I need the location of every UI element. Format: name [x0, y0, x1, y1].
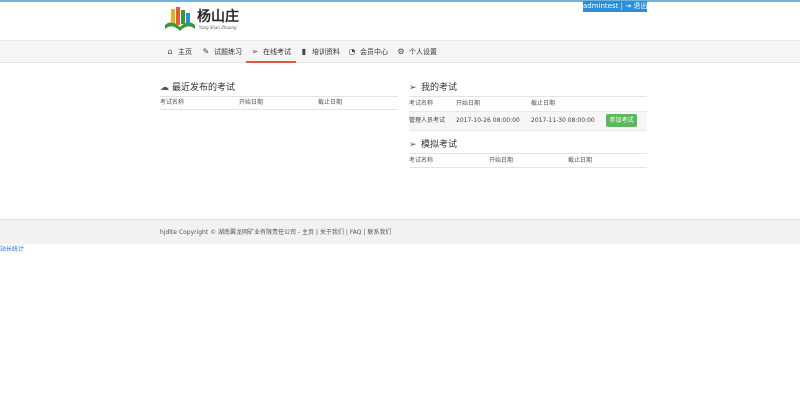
book-icon: ▮: [301, 47, 307, 56]
edit-icon: ✎: [202, 47, 210, 56]
logo-subtitle: Yang Shan Zhuang: [199, 25, 237, 30]
footer-link-contact[interactable]: 联系我们: [367, 229, 391, 236]
nav-item-training[interactable]: ▮ 培训资料: [300, 41, 340, 63]
recent-col-name: 考试名称: [160, 99, 185, 106]
join-exam-button[interactable]: 参加考试: [606, 114, 637, 127]
nav-item-label: 会员中心: [360, 48, 388, 56]
footer-copyright: hjdlte Copyright © 湖南翼龙网矿业有限责任公司 -: [160, 229, 301, 236]
site-logo[interactable]: 杨山庄 Yang Shan Zhuang: [163, 5, 239, 34]
page-footer: hjdlte Copyright © 湖南翼龙网矿业有限责任公司 - 主页 | …: [0, 219, 800, 244]
user-bar: admintest | ⇥ 退出: [583, 1, 647, 12]
nav-item-label: 个人设置: [409, 48, 437, 56]
my-exam-start: 2017-10-26 08:00:00: [456, 117, 520, 124]
nav-item-label: 在线考试: [263, 48, 291, 56]
main-navigation: ⌂ 主页 ✎ 试题练习 ➢ 在线考试 ▮ 培训资料 ◔ 会员中心 ⚙ 个人设置: [0, 40, 800, 63]
book-logo-icon: [165, 7, 195, 31]
my-exam-end: 2017-11-30 08:00:00: [531, 117, 595, 124]
send-icon: ➢: [409, 83, 417, 93]
cogs-icon: ⚙: [397, 47, 405, 56]
recent-col-start: 开始日期: [239, 99, 264, 106]
mock-col-start: 开始日期: [489, 157, 514, 164]
cloud-download-icon: ☁: [160, 83, 169, 93]
mock-col-name: 考试名称: [409, 157, 434, 164]
dashboard-icon: ◔: [348, 47, 356, 56]
send-icon: ➢: [409, 140, 417, 150]
nav-item-practice[interactable]: ✎ 试题练习: [202, 41, 242, 63]
logout-icon[interactable]: ⇥: [625, 2, 631, 10]
recent-header-divider: [160, 109, 398, 110]
footer-link-faq[interactable]: FAQ: [350, 229, 362, 236]
my-exams-title: ➢ 我的考试: [409, 83, 458, 93]
nav-item-label: 主页: [178, 48, 192, 56]
top-accent-line: [0, 0, 800, 2]
my-exam-name: 管理人员考试: [409, 117, 446, 124]
mock-exams-title: ➢ 模拟考试: [409, 140, 458, 150]
mock-col-end: 截止日期: [568, 157, 593, 164]
userbar-separator: |: [620, 2, 623, 10]
footer-link-home[interactable]: 主页: [302, 229, 314, 236]
nav-item-label: 试题练习: [214, 48, 242, 56]
username-link[interactable]: admintest: [583, 2, 618, 10]
logout-link[interactable]: 退出: [633, 2, 647, 10]
footer-text: hjdlte Copyright © 湖南翼龙网矿业有限责任公司 - 主页 | …: [160, 229, 392, 236]
nav-item-settings[interactable]: ⚙ 个人设置: [397, 41, 437, 63]
nav-item-online-exam[interactable]: ➢ 在线考试: [246, 41, 296, 63]
my-col-end: 截止日期: [531, 100, 556, 107]
mock-header-divider: [409, 167, 647, 168]
my-col-name: 考试名称: [409, 100, 434, 107]
send-icon: ➢: [251, 47, 259, 56]
logo-brand-text: 杨山庄: [197, 9, 239, 25]
recent-exams-title: ☁ 最近发布的考试: [160, 83, 236, 93]
site-stats-link[interactable]: 站长统计: [0, 246, 24, 254]
nav-item-home[interactable]: ⌂ 主页: [166, 41, 192, 63]
my-col-start: 开始日期: [456, 100, 481, 107]
footer-link-about[interactable]: 关于我们: [320, 229, 344, 236]
home-icon: ⌂: [167, 47, 173, 56]
nav-item-member[interactable]: ◔ 会员中心: [348, 41, 389, 63]
nav-item-label: 培训资料: [312, 48, 340, 56]
recent-exams-divider: [160, 96, 398, 97]
my-exams-divider: [409, 96, 647, 97]
recent-col-end: 截止日期: [318, 99, 343, 106]
mock-exams-divider: [409, 153, 647, 154]
